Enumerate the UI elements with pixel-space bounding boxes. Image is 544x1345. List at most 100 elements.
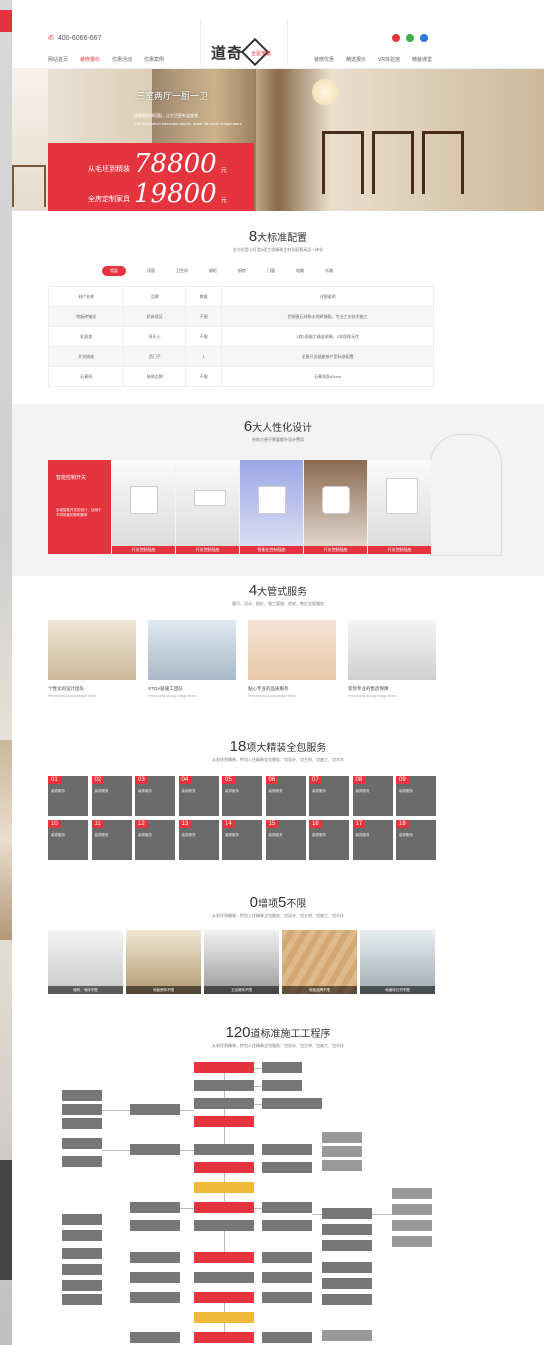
logo[interactable]: 道奇 全屋家装 bbox=[200, 18, 288, 67]
section-title: 18项大精装全包服务 bbox=[229, 738, 327, 755]
nav-item-selected[interactable]: 精选报价 bbox=[346, 56, 366, 63]
price-label-1: 从毛坯到精装 bbox=[88, 166, 130, 173]
process-connector bbox=[224, 1127, 225, 1144]
package-cell-number: 12 bbox=[135, 820, 148, 828]
tab-electric[interactable]: 电路 bbox=[296, 268, 304, 274]
service-item[interactable]: 个性化的设计团队 Personality young design team bbox=[48, 620, 136, 698]
package-cell[interactable]: 05 装修服务 bbox=[222, 776, 262, 816]
service-item[interactable]: 贴心专业的品质服务 Personality young design team bbox=[248, 620, 336, 698]
price-unit-1: 元 bbox=[220, 168, 227, 174]
hero-banner[interactable]: 三室两厅一厨一卫 经典黑色调搭配，让生活更有温度感 The decoration… bbox=[12, 69, 544, 211]
table-row: 地板砖铺设 机床保证 不限 铝钢直石材胶水地砖铺贴，专业工艺技术施工 bbox=[47, 306, 434, 327]
package-cell[interactable]: 03 装修服务 bbox=[135, 776, 175, 816]
logo-text: 道奇 bbox=[211, 45, 244, 62]
wechat-icon[interactable] bbox=[406, 34, 414, 42]
process-step-box bbox=[130, 1144, 180, 1155]
phone-icon: ✆ bbox=[48, 35, 54, 42]
tab-bathroom[interactable]: 卫生间 bbox=[176, 268, 188, 274]
nav-item-home[interactable]: 网站首页 bbox=[48, 56, 68, 63]
nav-right: 装修优惠 精选报价 VR体验馆 精装课堂 bbox=[314, 56, 432, 63]
nav-item-class[interactable]: 精装课堂 bbox=[412, 56, 432, 63]
process-step-box bbox=[130, 1292, 180, 1303]
package-cell[interactable]: 14 装修服务 bbox=[222, 820, 262, 860]
weibo-icon[interactable] bbox=[392, 34, 400, 42]
section-subtitle: 从毛坯到精装，拎包入住精装全包服务：包设计、包主材、包施工、包木作 bbox=[212, 913, 344, 918]
hero-desc: 经典黑色调搭配，让生活更有温度感 bbox=[134, 113, 198, 118]
phone-number[interactable]: ✆ 400-6066-667 bbox=[48, 34, 101, 42]
package-cell-number: 14 bbox=[222, 820, 235, 828]
service-item[interactable]: STGA级施工团队 Personality young design team bbox=[148, 620, 236, 698]
nav-item-offers[interactable]: 装修优惠 bbox=[314, 56, 334, 63]
process-step-box bbox=[130, 1202, 180, 1213]
service-item[interactable]: 装饰专业的售后保障 Personality young design team bbox=[348, 620, 436, 698]
design-card[interactable]: 智能化控制插座 bbox=[240, 460, 303, 554]
tab-kitchen[interactable]: 厨房 bbox=[238, 268, 246, 274]
zero-picture[interactable]: 墙砖、地砖不限 bbox=[48, 930, 123, 994]
package-cell[interactable]: 09 装修服务 bbox=[396, 776, 436, 816]
tab-doors[interactable]: 门窗 bbox=[267, 268, 275, 274]
tab-cabinet[interactable]: 橱柜 bbox=[209, 268, 217, 274]
nav-left: 网站首页 装修报价 优惠活动 优惠案例 bbox=[48, 56, 164, 63]
table-row: 材产名称 品牌 数量 详细说明 bbox=[47, 286, 434, 307]
process-step-box bbox=[130, 1104, 180, 1115]
process-step-box bbox=[62, 1104, 102, 1115]
package-cell-label: 装修服务 bbox=[181, 833, 196, 837]
package-cell[interactable]: 13 装修服务 bbox=[178, 820, 219, 860]
process-step-box bbox=[194, 1292, 254, 1303]
package-cell[interactable]: 17 装修服务 bbox=[352, 820, 393, 860]
left-wood-strip bbox=[0, 740, 12, 940]
tab-water[interactable]: 水路 bbox=[325, 268, 333, 274]
package-section: 18项大精装全包服务 从毛坯到精装，拎包入住精装全包服务：包设计、包主材、包施工… bbox=[12, 722, 544, 890]
package-cell[interactable]: 08 装修服务 bbox=[352, 776, 393, 816]
design-card[interactable]: 开关控制插座 bbox=[176, 460, 239, 554]
design-card[interactable]: 开关控制插座 bbox=[368, 460, 431, 554]
design-cards: 智能控制开关 多组智能开关的设计，适用于不同场景的照明需求 开关控制插座 开关控… bbox=[48, 460, 431, 554]
package-cell[interactable]: 02 装修服务 bbox=[91, 776, 132, 816]
nav-item-vr[interactable]: VR体验馆 bbox=[378, 56, 400, 63]
section-title: 6大人性化设计 bbox=[243, 418, 313, 435]
process-step-box bbox=[262, 1332, 312, 1343]
package-cell[interactable]: 07 装修服务 bbox=[309, 776, 349, 816]
process-connector bbox=[224, 1193, 225, 1202]
process-connector bbox=[254, 1104, 262, 1105]
left-background-strip bbox=[0, 0, 12, 1345]
process-step-box bbox=[130, 1272, 180, 1283]
design-card[interactable]: 智能控制开关 多组智能开关的设计，适用于不同场景的照明需求 bbox=[48, 460, 111, 554]
nav-item-cases[interactable]: 优惠案例 bbox=[144, 56, 164, 63]
nav-item-promo[interactable]: 优惠活动 bbox=[112, 56, 132, 63]
package-cell[interactable]: 06 装修服务 bbox=[265, 776, 306, 816]
process-step-box bbox=[262, 1144, 312, 1155]
design-card[interactable]: 开关控制插座 bbox=[304, 460, 367, 554]
package-cell[interactable]: 04 装修服务 bbox=[178, 776, 219, 816]
package-cell-number: 08 bbox=[352, 776, 366, 784]
package-cell[interactable]: 11 装修服务 bbox=[91, 820, 132, 860]
left-red-tab bbox=[0, 10, 12, 32]
zero-picture[interactable]: 地板品牌不限 bbox=[282, 930, 357, 994]
qq-icon[interactable] bbox=[420, 34, 428, 42]
package-cell[interactable]: 16 装修服务 bbox=[309, 820, 349, 860]
tab-ceiling[interactable]: 顶面 bbox=[147, 268, 155, 274]
package-cell[interactable]: 12 装修服务 bbox=[135, 820, 175, 860]
package-cell-number: 16 bbox=[309, 820, 322, 828]
tab-wall[interactable]: 墙面 bbox=[102, 266, 126, 276]
service-section: 4大管式服务 量尺、设计、报价、施工管理、验收、售后全程服务 个性化的设计团队 P… bbox=[12, 576, 544, 722]
process-connector bbox=[102, 1110, 130, 1111]
package-cell[interactable]: 10 装修服务 bbox=[48, 820, 88, 860]
service-image bbox=[48, 620, 136, 680]
process-step-box bbox=[62, 1118, 102, 1129]
package-cell-number: 13 bbox=[178, 820, 192, 828]
package-cell-label: 装修服务 bbox=[225, 833, 239, 837]
card-title: 智能控制开关 bbox=[56, 475, 87, 481]
design-card[interactable]: 开关控制插座 bbox=[112, 460, 175, 554]
zero-picture[interactable]: 卫浴瓷砖不限 bbox=[204, 930, 279, 994]
package-cell-label: 装修服务 bbox=[355, 833, 370, 837]
zero-picture[interactable]: 地板瓷砖不限 bbox=[126, 930, 201, 994]
deer-decoration bbox=[430, 434, 502, 556]
package-cell[interactable]: 18 装修服务 bbox=[396, 820, 436, 860]
process-step-box bbox=[62, 1280, 102, 1291]
package-cell[interactable]: 15 装修服务 bbox=[265, 820, 306, 860]
zero-picture[interactable]: 地面砖石材不限 bbox=[360, 930, 435, 994]
nav-item-quote[interactable]: 装修报价 bbox=[80, 56, 100, 63]
package-cell[interactable]: 01 装修服务 bbox=[48, 776, 88, 816]
process-step-box bbox=[262, 1062, 302, 1073]
